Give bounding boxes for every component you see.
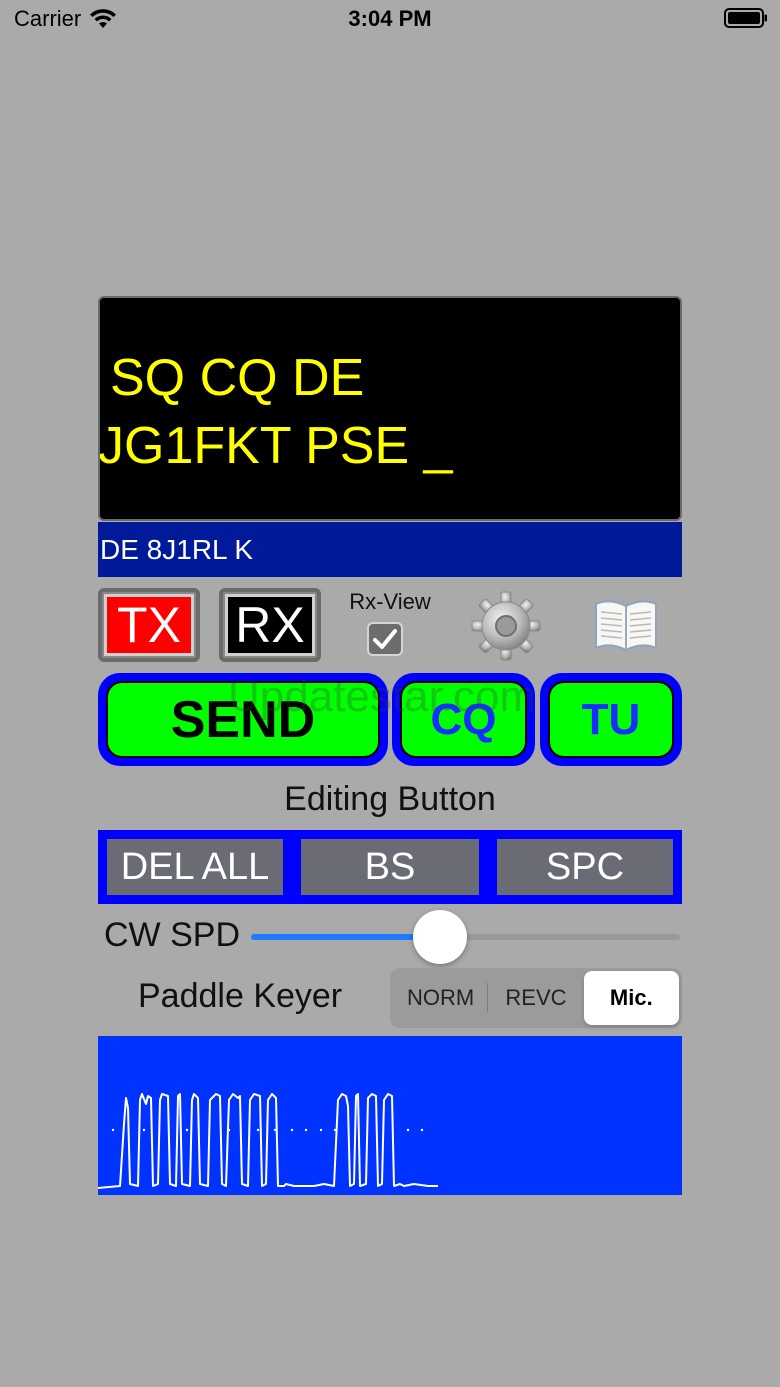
- tu-button[interactable]: TU: [540, 673, 682, 766]
- space-button[interactable]: SPC: [488, 830, 682, 904]
- tx-button-label: TX: [104, 594, 194, 656]
- tx-button[interactable]: TX: [98, 588, 200, 662]
- status-time: 3:04 PM: [348, 6, 432, 31]
- keyer-mode-mic[interactable]: Mic.: [583, 971, 679, 1025]
- cq-button-label: CQ: [400, 681, 527, 758]
- keyer-mode-norm[interactable]: NORM: [393, 971, 489, 1025]
- gear-icon[interactable]: [470, 590, 542, 662]
- checkmark-icon: [373, 629, 397, 649]
- waveform-trace: [98, 1093, 438, 1189]
- book-icon[interactable]: [592, 596, 660, 654]
- editing-section-title: Editing Button: [284, 780, 496, 818]
- keyer-mode-revc[interactable]: REVC: [488, 971, 583, 1025]
- tu-button-label: TU: [548, 681, 674, 758]
- del-all-button[interactable]: DEL ALL: [98, 830, 292, 904]
- rx-button[interactable]: RX: [219, 588, 321, 662]
- decoded-line-2: JG1FKT PSE _: [98, 417, 453, 475]
- cw-speed-slider-thumb[interactable]: [412, 910, 467, 964]
- keyer-mode-segmented-control: NORM REVC Mic.: [390, 968, 682, 1028]
- paddle-keyer-label: Paddle Keyer: [138, 977, 343, 1015]
- battery-icon: [724, 8, 767, 28]
- rx-button-label: RX: [225, 594, 315, 656]
- cw-speed-slider-fill: [251, 934, 440, 940]
- rx-view-checkbox[interactable]: [367, 622, 403, 656]
- rx-view-label: Rx-View: [349, 589, 431, 614]
- send-button[interactable]: SEND: [98, 673, 388, 766]
- backspace-button[interactable]: BS: [292, 830, 488, 904]
- app-screen: Carrier 3:04 PM SQ CQ DE JG1FKT PSE _ DE…: [0, 0, 780, 1387]
- audio-waveform-display: [98, 1036, 682, 1195]
- del-all-label: DEL ALL: [107, 839, 283, 895]
- decoded-text-display[interactable]: SQ CQ DE JG1FKT PSE _: [98, 296, 682, 521]
- message-input-bar[interactable]: DE 8J1RL K: [98, 522, 682, 577]
- cq-button[interactable]: CQ: [392, 673, 535, 766]
- cw-speed-label: CW SPD: [104, 916, 240, 954]
- decoded-line-1: SQ CQ DE: [110, 349, 365, 407]
- send-button-label: SEND: [106, 681, 380, 758]
- backspace-label: BS: [301, 839, 479, 895]
- space-label: SPC: [497, 839, 673, 895]
